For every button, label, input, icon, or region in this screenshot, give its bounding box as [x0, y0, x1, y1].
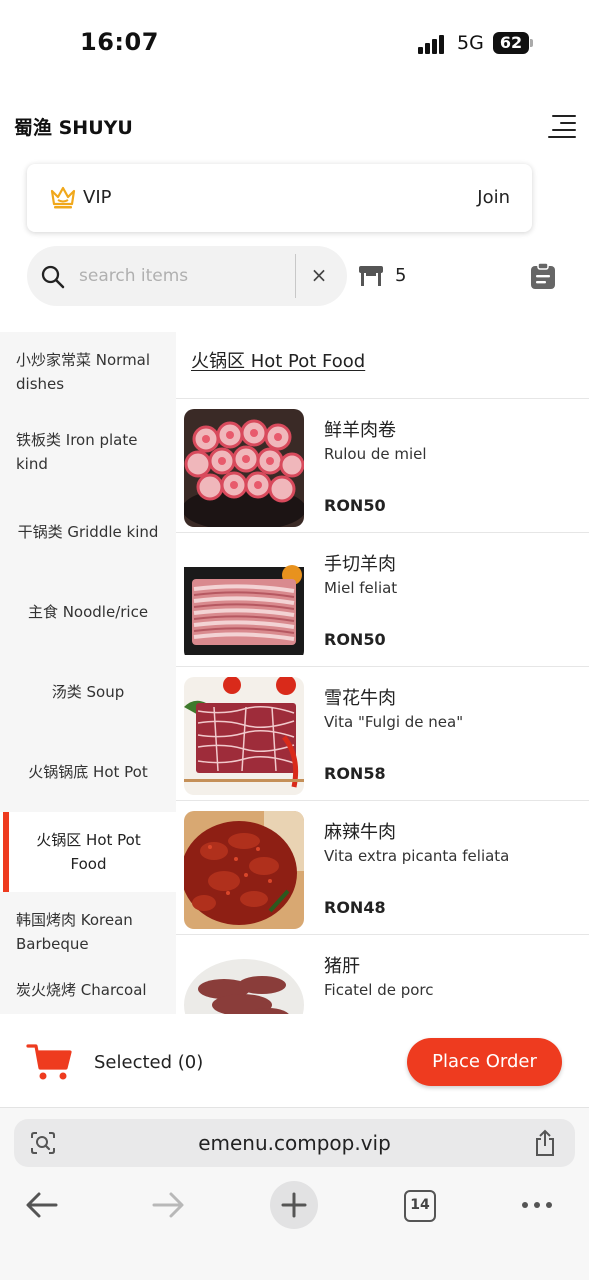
category-noodle-rice[interactable]: 主食 Noodle/rice [0, 572, 176, 652]
url-text: emenu.compop.vip [198, 1131, 391, 1155]
search-divider [295, 254, 296, 298]
search-input[interactable] [79, 263, 289, 289]
lamb-rolls-image [184, 409, 304, 527]
item-name: 雪花牛肉 [324, 688, 396, 709]
network-type: 5G [457, 32, 484, 54]
vip-join-button[interactable]: Join [477, 187, 510, 208]
category-griddle[interactable]: 干锅类 Griddle kind [0, 492, 176, 572]
crown-icon [50, 186, 76, 209]
category-hot-pot-food[interactable]: 火锅区 Hot Pot Food [0, 812, 176, 892]
forward-arrow-icon[interactable] [150, 1181, 186, 1229]
table-number: 5 [395, 265, 407, 286]
item-price: RON50 [324, 630, 386, 649]
more-icon[interactable] [520, 1181, 554, 1229]
category-iron-plate[interactable]: 铁板类 Iron plate kind [0, 412, 176, 492]
selected-count: Selected (0) [94, 1052, 204, 1073]
item-price: RON50 [324, 496, 386, 515]
battery-icon: 62 [493, 32, 533, 54]
battery-level: 62 [499, 33, 523, 52]
menu-item[interactable]: 猪肝 Ficatel de porc [176, 934, 589, 1014]
category-normal-dishes[interactable]: 小炒家常菜 Normal dishes [0, 332, 176, 412]
order-list-icon[interactable] [530, 262, 556, 290]
item-name: 麻辣牛肉 [324, 822, 396, 843]
search-icon [41, 265, 65, 289]
table-icon [359, 266, 383, 286]
category-hot-pot-base[interactable]: 火锅锅底 Hot Pot [0, 732, 176, 812]
menu-item[interactable]: 麻辣牛肉 Vita extra picanta feliata RON48 [176, 800, 589, 934]
item-name: 鲜羊肉卷 [324, 420, 396, 441]
vip-label: VIP [83, 187, 112, 208]
pork-liver-image [184, 945, 304, 1014]
cart-icon[interactable] [26, 1042, 74, 1082]
cart-bar: Selected (0) Place Order [0, 1014, 589, 1108]
item-subtitle: Vita extra picanta feliata [324, 847, 510, 865]
new-tab-button[interactable] [270, 1181, 318, 1229]
place-order-button[interactable]: Place Order [407, 1038, 562, 1086]
browser-toolbar: emenu.compop.vip 14 [0, 1108, 589, 1280]
category-sidebar: 小炒家常菜 Normal dishes 铁板类 Iron plate kind … [0, 332, 176, 1014]
item-subtitle: Ficatel de porc [324, 981, 434, 999]
tabs-button[interactable]: 14 [404, 1190, 436, 1222]
menu-item[interactable]: 手切羊肉 Miel feliat RON50 [176, 532, 589, 666]
clear-search-button[interactable]: × [307, 264, 331, 288]
menu-item[interactable]: 雪花牛肉 Vita "Fulgi de nea" RON58 [176, 666, 589, 800]
menu-item[interactable]: 鲜羊肉卷 Rulou de miel RON50 [176, 398, 589, 532]
spicy-beef-image [184, 811, 304, 929]
menu-item-list: 鲜羊肉卷 Rulou de miel RON50 手切羊肉 Miel felia… [176, 398, 589, 1014]
share-icon[interactable] [533, 1129, 557, 1157]
vip-card[interactable]: VIP Join [27, 164, 532, 232]
category-charcoal[interactable]: 炭火烧烤 Charcoal [0, 972, 176, 1014]
item-subtitle: Rulou de miel [324, 445, 427, 463]
restaurant-name: 蜀渔 SHUYU [14, 117, 133, 139]
item-name: 手切羊肉 [324, 554, 396, 575]
status-bar: 16:07 5G 62 [0, 0, 589, 88]
category-soup[interactable]: 汤类 Soup [0, 652, 176, 732]
address-bar[interactable]: emenu.compop.vip [14, 1119, 575, 1167]
item-price: RON58 [324, 764, 386, 783]
item-name: 猪肝 [324, 956, 360, 977]
menu-icon[interactable] [548, 113, 576, 138]
plus-icon [281, 1192, 307, 1218]
item-price: RON48 [324, 898, 386, 917]
signal-icon [418, 34, 448, 54]
item-subtitle: Miel feliat [324, 579, 398, 597]
category-korean-barbeque[interactable]: 韩国烤肉 Korean Barbeque [0, 892, 176, 972]
sliced-lamb-image [184, 543, 304, 661]
marbled-beef-image [184, 677, 304, 795]
status-time: 16:07 [80, 28, 159, 56]
back-arrow-icon[interactable] [24, 1181, 60, 1229]
section-title: 火锅区 Hot Pot Food [191, 351, 366, 372]
search-box: × [27, 246, 347, 306]
item-subtitle: Vita "Fulgi de nea" [324, 713, 464, 731]
